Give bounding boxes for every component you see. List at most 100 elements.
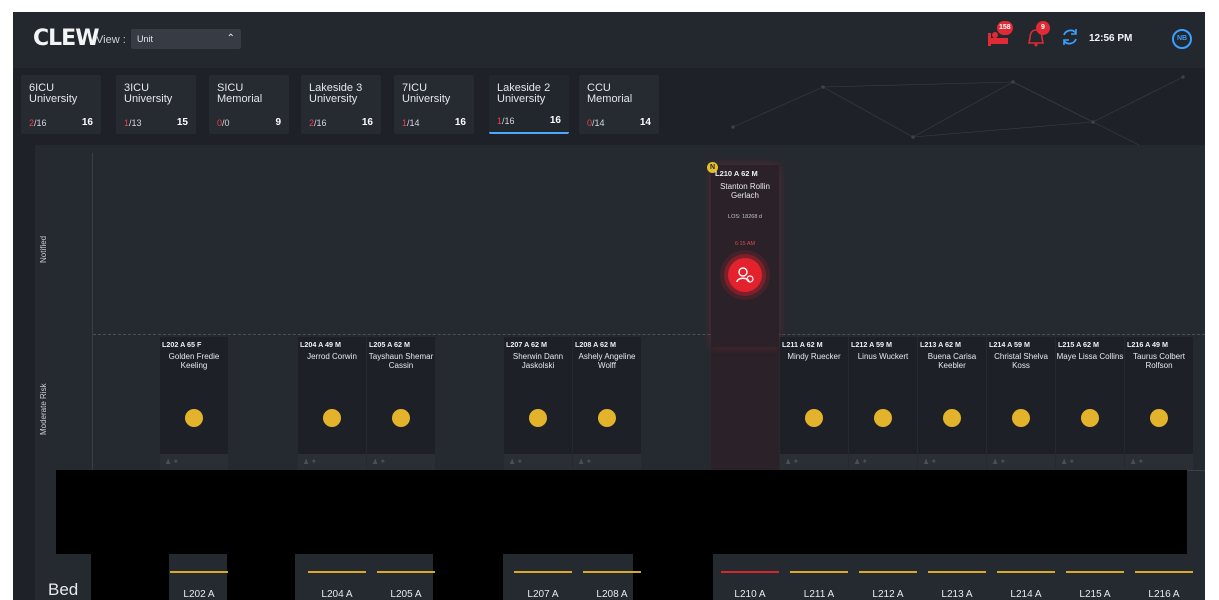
- bed-label[interactable]: L207 A: [509, 589, 577, 600]
- unit-bed-count: /13: [129, 118, 142, 128]
- patient-card[interactable]: L208 A 62 M Ashely Angeline Wolff ♟ ♠: [573, 337, 641, 470]
- risk-indicator: [874, 409, 892, 427]
- risk-indicator: [1081, 409, 1099, 427]
- unit-site: University: [309, 93, 358, 105]
- patient-card[interactable]: L215 A 62 M Maye Lissa Collins ♟ ♠: [1056, 337, 1124, 470]
- lungs-icon: ♠: [174, 458, 178, 465]
- bed-label[interactable]: L215 A: [1061, 589, 1129, 600]
- patient-alerts-button[interactable]: 158: [987, 21, 1013, 53]
- alarm-icon: [736, 267, 754, 283]
- unit-tab[interactable]: CCU Memorial 0/14 14: [579, 75, 659, 134]
- bed-label[interactable]: L212 A: [854, 589, 922, 600]
- patient-bed-age: L205 A 62 M: [369, 340, 411, 349]
- patient-icon: ♟: [923, 459, 930, 466]
- lungs-icon: ♠: [932, 458, 936, 465]
- card-footer: ♟ ♠: [849, 454, 917, 470]
- patient-card[interactable]: L212 A 59 M Linus Wuckert ♟ ♠: [849, 337, 917, 470]
- card-footer: ♟ ♠: [573, 454, 641, 470]
- refresh-button[interactable]: [1060, 27, 1080, 52]
- clock-time: 12:56 PM: [1089, 33, 1133, 44]
- card-footer: ♟ ♠: [1056, 454, 1124, 470]
- risk-indicator: [1150, 409, 1168, 427]
- clew-logo: CLEW: [33, 26, 99, 51]
- patient-card[interactable]: L216 A 49 M Taurus Colbert Rolfson ♟ ♠: [1125, 337, 1193, 470]
- unit-tab[interactable]: Lakeside 3 University 2/16 16: [301, 75, 381, 134]
- view-dropdown[interactable]: Unit ⌃: [131, 29, 241, 49]
- lungs-icon: ♠: [518, 458, 522, 465]
- bed-status-bar: [308, 571, 366, 573]
- bed-row-label: Bed: [48, 580, 79, 599]
- unit-patient-total: 15: [176, 117, 188, 128]
- unit-bed-count: /16: [34, 118, 47, 128]
- app-window: CLEW View : Unit ⌃ 158 9 12:56 PM NB 6IC…: [13, 12, 1205, 600]
- patient-card[interactable]: L214 A 59 M Christal Shelva Koss ♟ ♠: [987, 337, 1055, 470]
- patient-bed-age: L214 A 59 M: [989, 340, 1031, 349]
- bed-status-bar: [514, 571, 572, 573]
- unit-patient-total: 14: [639, 117, 651, 128]
- length-of-stay: LOS: 18268 d: [728, 214, 762, 220]
- bed-label[interactable]: L211 A: [785, 589, 853, 600]
- row-divider-notified: [93, 334, 1205, 335]
- patient-bed-age: L213 A 62 M: [920, 340, 962, 349]
- patient-card[interactable]: L207 A 62 M Sherwin Dann Jaskolski ♟ ♠: [504, 337, 572, 470]
- notified-time: 6:15 AM: [734, 241, 756, 247]
- top-bar: CLEW View : Unit ⌃ 158 9 12:56 PM NB: [13, 12, 1205, 68]
- patient-icon: ♟: [509, 459, 516, 466]
- unit-tab[interactable]: 3ICU University 1/13 15: [116, 75, 196, 134]
- bed-status-bar: [928, 571, 986, 573]
- unit-tab[interactable]: 7ICU University 1/14 16: [394, 75, 474, 134]
- patient-card[interactable]: L204 A 49 M Jerrod Corwin ♟ ♠: [298, 337, 366, 470]
- card-footer: ♟ ♠: [160, 454, 228, 470]
- risk-indicator: [598, 409, 616, 427]
- unit-bed-count: /0: [222, 118, 230, 128]
- bed-label[interactable]: L213 A: [923, 589, 991, 600]
- patient-bed-age: L212 A 59 M: [851, 340, 893, 349]
- card-footer: ♟ ♠: [367, 454, 435, 470]
- lungs-icon: ♠: [1070, 458, 1074, 465]
- bed-status-bar: [583, 571, 641, 573]
- bed-status-bar: [790, 571, 848, 573]
- patient-card[interactable]: L205 A 62 M Tayshaun Shemar Cassin ♟ ♠: [367, 337, 435, 470]
- bed-label[interactable]: L208 A: [578, 589, 646, 600]
- patient-card[interactable]: L211 A 62 M Mindy Ruecker ♟ ♠: [780, 337, 848, 470]
- unit-site: Memorial: [217, 93, 263, 105]
- unit-alert-ratio: 0/0: [217, 118, 230, 128]
- bed-label[interactable]: L214 A: [992, 589, 1060, 600]
- unit-alert-ratio: 1/13: [124, 118, 142, 128]
- unit-tab[interactable]: SICU Memorial 0/0 9: [209, 75, 289, 134]
- notifications-button[interactable]: 9: [1026, 21, 1050, 53]
- card-footer: ♟ ♠: [918, 454, 986, 470]
- unit-alert-ratio: 2/16: [29, 118, 47, 128]
- bed-label[interactable]: L202 A: [165, 589, 233, 600]
- row-divider-vertical: [92, 153, 93, 483]
- bed-label[interactable]: L205 A: [372, 589, 440, 600]
- user-avatar[interactable]: NB: [1172, 29, 1192, 49]
- unit-tab[interactable]: 6ICU University 2/16 16: [21, 75, 101, 134]
- patient-name: Christal Shelva Koss: [994, 352, 1048, 370]
- lungs-icon: ♠: [312, 458, 316, 465]
- unit-bed-count: /16: [314, 118, 327, 128]
- patient-card[interactable]: L213 A 62 M Buena Carisa Keebler ♟ ♠: [918, 337, 986, 470]
- patient-name: Golden Fredie Keeling: [168, 352, 220, 370]
- bed-label[interactable]: L216 A: [1130, 589, 1198, 600]
- patient-name: Maye Lissa Collins: [1056, 352, 1124, 361]
- bed-status-bar: [377, 571, 435, 573]
- bed-status-bar: [170, 571, 228, 573]
- bed-label[interactable]: L210 A: [716, 589, 784, 600]
- patient-icon: ♟: [1130, 459, 1137, 466]
- patient-card[interactable]: L202 A 65 F Golden Fredie Keeling ♟ ♠: [160, 337, 228, 470]
- lungs-icon: ♠: [794, 458, 798, 465]
- unit-site: University: [29, 93, 78, 105]
- unit-tab[interactable]: Lakeside 2 University 1/16 16: [489, 75, 569, 134]
- patient-name: Tayshaun Shemar Cassin: [368, 352, 434, 370]
- bed-label[interactable]: L204 A: [303, 589, 371, 600]
- lungs-icon: ♠: [863, 458, 867, 465]
- row-label-notified: Notified: [39, 235, 48, 263]
- patient-name: Sherwin Dann Jaskolski: [512, 352, 564, 370]
- alerts-count-badge: 158: [997, 21, 1013, 35]
- patient-bed-age: L204 A 49 M: [300, 340, 342, 349]
- alarm-button[interactable]: [728, 258, 762, 292]
- notified-patient-card[interactable]: N L210 A 62 M Stanton Rollin Gerlach LOS…: [707, 162, 779, 347]
- notifications-count-badge: 9: [1036, 21, 1050, 35]
- card-footer: ♟ ♠: [780, 454, 848, 470]
